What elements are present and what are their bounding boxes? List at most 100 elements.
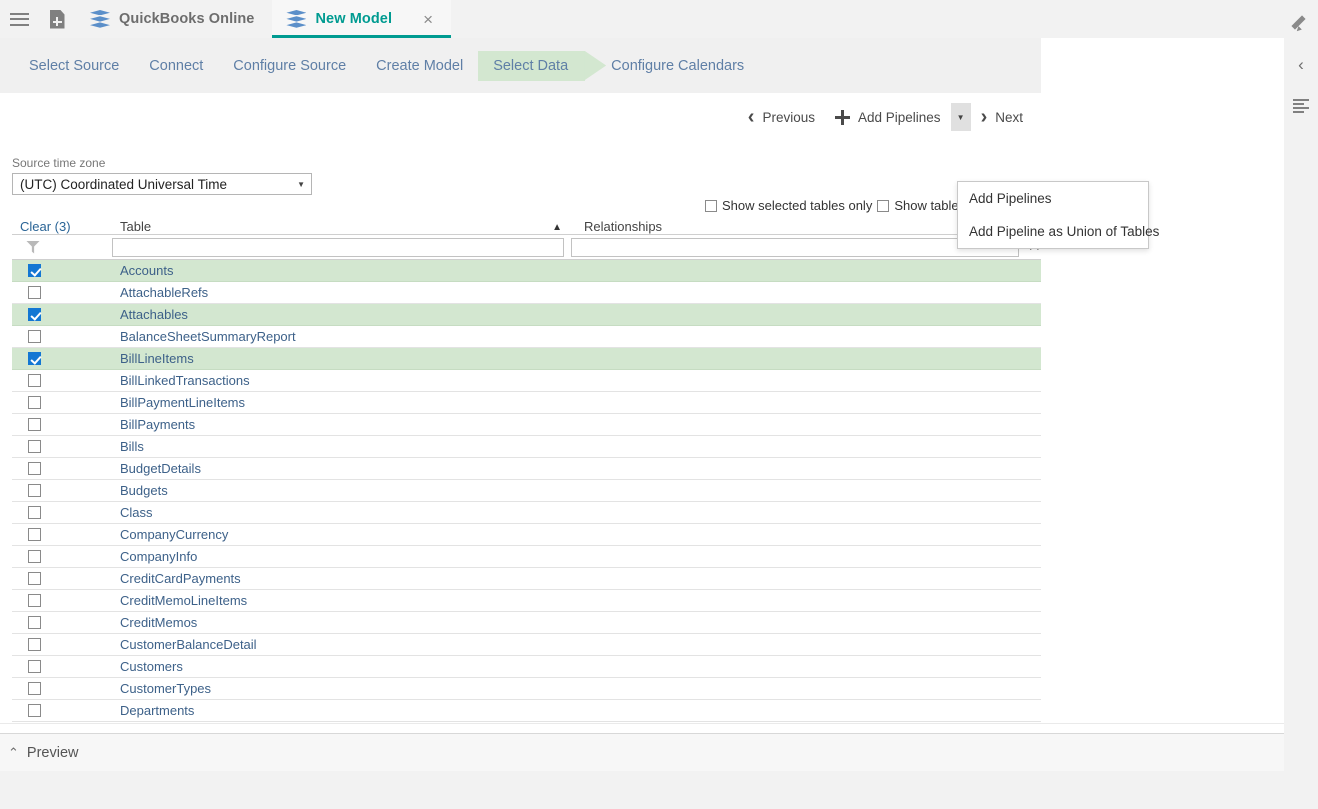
table-row-name[interactable]: BalanceSheetSummaryReport — [112, 329, 1041, 344]
action-toolbar: ‹ Previous Add Pipelines ▼ › Next — [0, 93, 1041, 141]
table-row-name[interactable]: Class — [112, 505, 1041, 520]
wizard-step-create-model[interactable]: Create Model — [361, 51, 478, 81]
table-row-checkbox[interactable] — [28, 594, 41, 607]
wizard-step-connect[interactable]: Connect — [134, 51, 218, 81]
table-row[interactable]: BalanceSheetSummaryReport — [12, 326, 1041, 348]
close-icon[interactable]: × — [423, 11, 433, 28]
new-document-button[interactable] — [38, 0, 76, 38]
table-row-name[interactable]: Departments — [112, 703, 1041, 718]
table-filter-input[interactable] — [112, 238, 565, 257]
table-row[interactable]: BillLinkedTransactions — [12, 370, 1041, 392]
table-row-checkbox-cell — [12, 682, 112, 695]
wizard-step-select-data[interactable]: Select Data — [478, 51, 585, 81]
table-row[interactable]: CustomerBalanceDetail — [12, 634, 1041, 656]
table-row[interactable]: Attachables — [12, 304, 1041, 326]
tab-new-model[interactable]: New Model × — [272, 0, 451, 38]
next-button[interactable]: › Next — [971, 101, 1033, 133]
table-row-checkbox[interactable] — [28, 528, 41, 541]
add-pipelines-button[interactable]: Add Pipelines — [825, 104, 951, 131]
tab-quickbooks-online[interactable]: QuickBooks Online — [76, 0, 272, 38]
table-row-checkbox[interactable] — [28, 484, 41, 497]
table-row-checkbox[interactable] — [28, 660, 41, 673]
table-row-name[interactable]: CreditCardPayments — [112, 571, 1041, 586]
table-row-name[interactable]: BillLineItems — [112, 351, 1041, 366]
source-time-zone-select[interactable]: (UTC) Coordinated Universal Time ▼ — [12, 173, 312, 195]
table-row[interactable]: BudgetDetails — [12, 458, 1041, 480]
table-row-name[interactable]: Attachables — [112, 307, 1041, 322]
wizard-step-configure-calendars[interactable]: Configure Calendars — [596, 51, 759, 81]
table-row[interactable]: Bills — [12, 436, 1041, 458]
table-row[interactable]: BillPaymentLineItems — [12, 392, 1041, 414]
wizard-step-select-source[interactable]: Select Source — [14, 51, 134, 81]
filter-toggle[interactable] — [12, 241, 112, 254]
table-row-checkbox[interactable] — [28, 440, 41, 453]
table-row-checkbox[interactable] — [28, 704, 41, 717]
table-row-checkbox[interactable] — [28, 638, 41, 651]
table-row-checkbox[interactable] — [28, 264, 41, 277]
table-row-checkbox[interactable] — [28, 330, 41, 343]
preview-panel-toggle[interactable]: ⌃ Preview — [0, 733, 1284, 771]
table-row[interactable]: CompanyInfo — [12, 546, 1041, 568]
table-row[interactable]: Customers — [12, 656, 1041, 678]
table-row[interactable]: CreditMemos — [12, 612, 1041, 634]
add-pipelines-dropdown-toggle[interactable]: ▼ — [951, 103, 971, 131]
table-row-name[interactable]: AttachableRefs — [112, 285, 1041, 300]
table-row[interactable]: CreditCardPayments — [12, 568, 1041, 590]
table-row[interactable]: Accounts — [12, 260, 1041, 282]
table-row-checkbox[interactable] — [28, 418, 41, 431]
grid-header-table[interactable]: Table ▲ — [112, 219, 576, 234]
relationships-filter-input[interactable] — [571, 238, 1019, 257]
menu-item-add-pipelines[interactable]: Add Pipelines — [958, 182, 1148, 215]
table-row-name[interactable]: BudgetDetails — [112, 461, 1041, 476]
show-tables-without-rows-checkbox[interactable] — [877, 200, 889, 212]
grid-rows-container[interactable]: Accounts AttachableRefs Attachables Balance… — [12, 260, 1041, 757]
table-row-name[interactable]: CustomerTypes — [112, 681, 1041, 696]
table-row-checkbox[interactable] — [28, 352, 41, 365]
table-row-name[interactable]: Customers — [112, 659, 1041, 674]
table-row-name[interactable]: CompanyInfo — [112, 549, 1041, 564]
properties-button[interactable] — [1289, 94, 1313, 118]
table-row-name[interactable]: BillPaymentLineItems — [112, 395, 1041, 410]
table-row-name[interactable]: Accounts — [112, 263, 1041, 278]
table-row-checkbox[interactable] — [28, 616, 41, 629]
table-row-name[interactable]: BillPayments — [112, 417, 1041, 432]
arrow-right-icon: › — [981, 107, 988, 127]
table-row[interactable]: AttachableRefs — [12, 282, 1041, 304]
table-row[interactable]: Budgets — [12, 480, 1041, 502]
table-row-checkbox[interactable] — [28, 396, 41, 409]
table-row-checkbox[interactable] — [28, 374, 41, 387]
previous-button[interactable]: ‹ Previous — [738, 101, 825, 133]
edit-button[interactable] — [1289, 10, 1313, 34]
table-row-checkbox[interactable] — [28, 682, 41, 695]
table-row-checkbox[interactable] — [28, 550, 41, 563]
table-row-checkbox[interactable] — [28, 572, 41, 585]
table-row-name[interactable]: CompanyCurrency — [112, 527, 1041, 542]
table-row-checkbox[interactable] — [28, 308, 41, 321]
grid-horizontal-scroll-area[interactable] — [0, 723, 1284, 733]
table-row-name[interactable]: CustomerBalanceDetail — [112, 637, 1041, 652]
funnel-icon[interactable] — [26, 241, 40, 254]
clear-selection-link[interactable]: Clear (3) — [20, 219, 71, 234]
table-row-name[interactable]: Bills — [112, 439, 1041, 454]
table-row[interactable]: BillPayments — [12, 414, 1041, 436]
table-row-name[interactable]: CreditMemos — [112, 615, 1041, 630]
table-row[interactable]: CompanyCurrency — [12, 524, 1041, 546]
table-row[interactable]: Class — [12, 502, 1041, 524]
table-row-checkbox[interactable] — [28, 506, 41, 519]
show-selected-tables-only-option[interactable]: Show selected tables only — [705, 198, 872, 213]
show-selected-tables-only-checkbox[interactable] — [705, 200, 717, 212]
table-row[interactable]: CreditMemoLineItems — [12, 590, 1041, 612]
collapse-panel-button[interactable]: ‹ — [1289, 52, 1313, 76]
table-row-checkbox[interactable] — [28, 286, 41, 299]
menu-item-add-pipeline-as-union-of-tables[interactable]: Add Pipeline as Union of Tables — [958, 215, 1148, 248]
table-row-name[interactable]: CreditMemoLineItems — [112, 593, 1041, 608]
table-row-name[interactable]: BillLinkedTransactions — [112, 373, 1041, 388]
table-row[interactable]: BillLineItems — [12, 348, 1041, 370]
hamburger-menu-button[interactable] — [0, 0, 38, 38]
preview-label: Preview — [27, 745, 79, 761]
wizard-step-configure-source[interactable]: Configure Source — [218, 51, 361, 81]
table-row[interactable]: Departments — [12, 700, 1041, 722]
table-row[interactable]: CustomerTypes — [12, 678, 1041, 700]
table-row-checkbox[interactable] — [28, 462, 41, 475]
table-row-name[interactable]: Budgets — [112, 483, 1041, 498]
